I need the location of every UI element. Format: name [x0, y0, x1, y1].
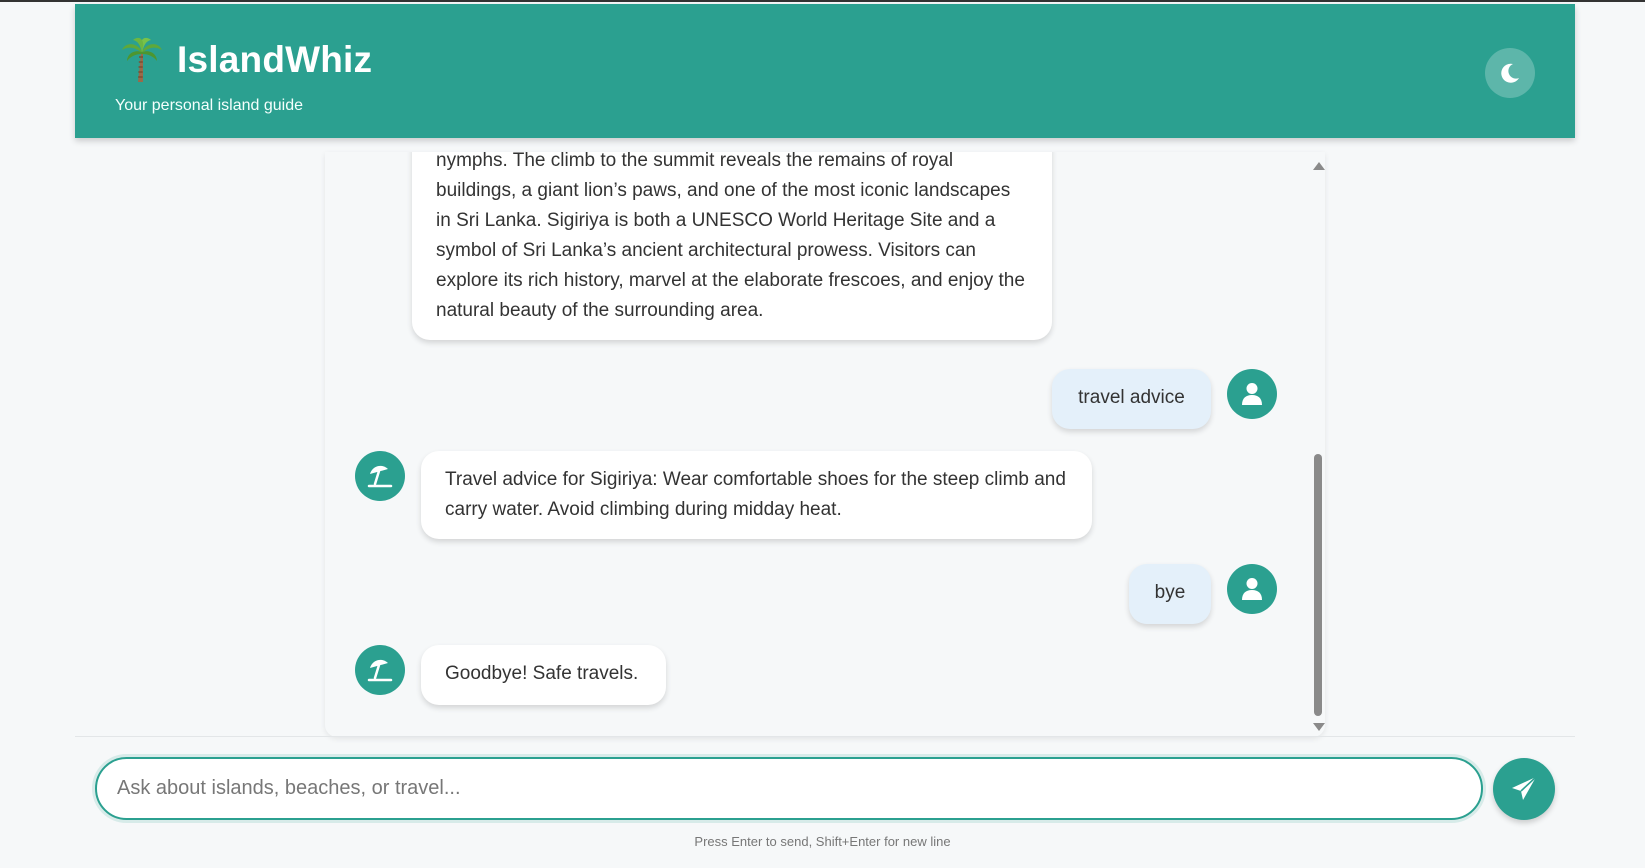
moon-icon: [1501, 63, 1519, 83]
brand: IslandWhiz: [121, 37, 372, 83]
composer-hint: Press Enter to send, Shift+Enter for new…: [694, 834, 951, 849]
beach-umbrella-icon: [367, 659, 393, 682]
app-tagline: Your personal island guide: [115, 97, 303, 114]
user-message-bubble: bye: [1129, 564, 1211, 624]
bot-message-text: nymphs. The climb to the summit reveals …: [436, 152, 1025, 321]
user-avatar: [1227, 369, 1277, 419]
palm-tree-icon: [122, 37, 162, 82]
bot-message-bubble: Travel advice for Sigiriya: Wear comfort…: [421, 451, 1092, 539]
bot-message-bubble: nymphs. The climb to the summit reveals …: [412, 152, 1052, 340]
composer-divider: [75, 736, 1575, 737]
message-input[interactable]: [97, 759, 1481, 818]
message-input-wrapper: [95, 757, 1483, 820]
app-title: IslandWhiz: [177, 39, 373, 80]
bot-avatar: [355, 645, 405, 695]
message-list[interactable]: nymphs. The climb to the summit reveals …: [325, 152, 1325, 737]
scrollbar-thumb[interactable]: [1314, 454, 1322, 716]
bot-message-text: Travel advice for Sigiriya: Wear comfort…: [445, 469, 1066, 520]
bot-avatar: [355, 451, 405, 501]
user-icon: [1242, 383, 1262, 405]
user-message-bubble: travel advice: [1052, 369, 1211, 429]
scroll-up-arrow-icon[interactable]: [1313, 162, 1325, 170]
user-avatar: [1227, 564, 1277, 614]
theme-toggle-button[interactable]: [1485, 48, 1535, 98]
bot-message-text: Goodbye! Safe travels.: [445, 663, 639, 684]
app-header: IslandWhiz Your personal island guide: [75, 4, 1575, 138]
user-icon: [1242, 578, 1262, 600]
chat-scrollbar[interactable]: [1311, 152, 1325, 737]
user-message-text: travel advice: [1078, 387, 1185, 408]
bot-message-bubble: Goodbye! Safe travels.: [421, 645, 666, 705]
beach-umbrella-icon: [367, 465, 393, 488]
user-message-text: bye: [1154, 582, 1186, 603]
chat-panel: nymphs. The climb to the summit reveals …: [325, 152, 1325, 737]
paper-plane-icon: [1512, 776, 1537, 800]
scroll-down-arrow-icon[interactable]: [1313, 723, 1325, 731]
send-button[interactable]: [1493, 758, 1555, 820]
